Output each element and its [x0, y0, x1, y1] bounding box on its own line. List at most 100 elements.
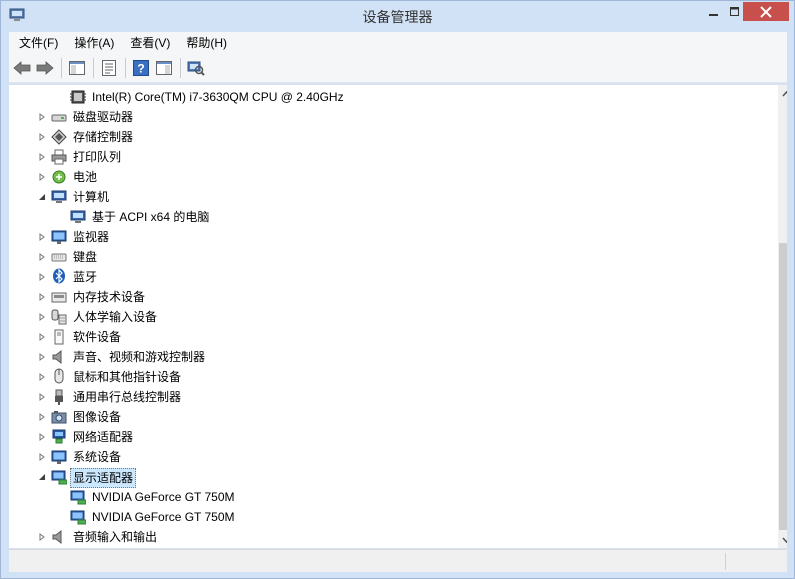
- menu-action[interactable]: 操作(A): [66, 32, 122, 54]
- tree-node-label: NVIDIA GeForce GT 750M: [92, 510, 235, 524]
- back-arrow-icon: [13, 61, 31, 75]
- help-button[interactable]: ?: [130, 57, 152, 79]
- expand-chevron-icon[interactable]: [37, 352, 47, 362]
- expand-chevron-icon[interactable]: [37, 312, 47, 322]
- maximize-icon: [730, 7, 739, 16]
- tree-node-label: 系统设备: [73, 450, 122, 464]
- tree-node-label: Intel(R) Core(TM) i7-3630QM CPU @ 2.40GH…: [92, 90, 344, 104]
- expand-chevron-icon[interactable]: [37, 372, 47, 382]
- expand-chevron-icon[interactable]: [37, 112, 47, 122]
- toolbar-separator: [180, 58, 181, 78]
- tree-node-label: 存储控制器: [73, 130, 134, 144]
- tree-node-label: 音频输入和输出: [73, 530, 158, 544]
- tree-node-label: 网络适配器: [73, 430, 134, 444]
- forward-button[interactable]: [34, 57, 56, 79]
- display-adapter-icon: [70, 509, 87, 525]
- expand-chevron-icon[interactable]: [37, 532, 47, 542]
- memory-icon: [51, 289, 67, 305]
- device-manager-window: 设备管理器 文件(F) 操作(A) 查看(V) 帮助(H) ? Intel(R)…: [0, 0, 795, 579]
- mouse-icon: [51, 368, 67, 384]
- close-icon: [760, 5, 772, 18]
- status-bar: [9, 549, 787, 572]
- tree-node-label: 计算机: [73, 190, 110, 204]
- toolbar-separator: [93, 58, 94, 78]
- menu-view[interactable]: 查看(V): [122, 32, 178, 54]
- display-adapter-icon: [51, 469, 68, 485]
- expand-chevron-icon[interactable]: [37, 292, 47, 302]
- svg-text:?: ?: [137, 62, 144, 76]
- bluetooth-icon: [51, 268, 67, 284]
- minimize-icon: [709, 14, 718, 16]
- keyboard-icon: [51, 249, 67, 265]
- scan-hardware-icon: [187, 61, 205, 76]
- toolbar-separator: [61, 58, 62, 78]
- tree-node-label: 内存技术设备: [73, 290, 146, 304]
- speaker-icon: [51, 529, 67, 545]
- tree-node-label: 声音、视频和游戏控制器: [73, 350, 206, 364]
- system-device-icon: [51, 449, 67, 465]
- tree-node-label: 磁盘驱动器: [73, 110, 134, 124]
- menu-help[interactable]: 帮助(H): [178, 32, 235, 54]
- minimize-button[interactable]: [701, 2, 727, 22]
- tree-node-label: 电池: [73, 170, 98, 184]
- expand-chevron-icon[interactable]: [37, 232, 47, 242]
- expand-chevron-icon[interactable]: [37, 452, 47, 462]
- tree-node-label: NVIDIA GeForce GT 750M: [92, 490, 235, 504]
- human-interface-icon: [51, 309, 67, 325]
- tree-node-label: 基于 ACPI x64 的电脑: [92, 210, 210, 224]
- tree-node-label: 打印队列: [73, 150, 122, 164]
- computer-icon: [70, 209, 86, 225]
- expand-chevron-icon[interactable]: [37, 412, 47, 422]
- chevron-up-icon: [782, 90, 787, 96]
- tree-node-label: 人体学输入设备: [73, 310, 158, 324]
- expand-chevron-icon[interactable]: [37, 392, 47, 402]
- show-hide-tree-icon: [69, 61, 85, 75]
- properties-icon: [102, 60, 116, 76]
- expand-chevron-icon[interactable]: [37, 152, 47, 162]
- tree-node-label: 键盘: [73, 250, 98, 264]
- usb-icon: [51, 389, 67, 405]
- menu-file[interactable]: 文件(F): [11, 32, 66, 54]
- scan-hardware-button[interactable]: [185, 57, 207, 79]
- help-icon: ?: [133, 60, 149, 76]
- monitor-icon: [51, 229, 67, 245]
- battery-icon: [51, 169, 67, 185]
- action-pane-button[interactable]: [153, 57, 175, 79]
- expand-chevron-icon[interactable]: [37, 172, 47, 182]
- maximize-button[interactable]: [727, 2, 743, 22]
- window-title: 设备管理器: [362, 9, 433, 25]
- forward-arrow-icon: [36, 61, 54, 75]
- expand-chevron-icon[interactable]: [37, 272, 47, 282]
- device-tree[interactable]: Intel(R) Core(TM) i7-3630QM CPU @ 2.40GH…: [9, 84, 787, 548]
- toolbar-separator: [125, 58, 126, 78]
- properties-button[interactable]: [98, 57, 120, 79]
- scroll-up-button[interactable]: [778, 85, 787, 102]
- printer-icon: [51, 149, 67, 165]
- tree-node-label: 图像设备: [73, 410, 122, 424]
- tree-node-label: 软件设备: [73, 330, 122, 344]
- expand-chevron-icon[interactable]: [37, 252, 47, 262]
- tree-node-label: 显示适配器: [70, 468, 137, 488]
- storage-controller-icon: [51, 129, 67, 145]
- collapse-chevron-icon[interactable]: [37, 192, 47, 202]
- speaker-icon: [51, 349, 67, 365]
- expand-chevron-icon[interactable]: [37, 432, 47, 442]
- tree-node-label: 通用串行总线控制器: [73, 390, 182, 404]
- expand-chevron-icon[interactable]: [37, 332, 47, 342]
- display-adapter-icon: [70, 489, 87, 505]
- show-hide-tree-button[interactable]: [66, 57, 88, 79]
- back-button[interactable]: [11, 57, 33, 79]
- title-bar[interactable]: 设备管理器: [1, 1, 794, 31]
- status-divider: [725, 553, 726, 570]
- camera-icon: [51, 409, 67, 425]
- menu-bar: 文件(F) 操作(A) 查看(V) 帮助(H): [9, 32, 787, 54]
- expand-chevron-icon[interactable]: [37, 132, 47, 142]
- action-pane-icon: [156, 61, 172, 75]
- vertical-scrollbar[interactable]: [778, 85, 787, 548]
- collapse-chevron-icon[interactable]: [37, 472, 47, 482]
- close-button[interactable]: [743, 2, 789, 21]
- software-device-icon: [51, 329, 67, 345]
- scrollbar-thumb[interactable]: [779, 243, 787, 530]
- scroll-down-button[interactable]: [778, 531, 787, 548]
- chevron-down-icon: [782, 537, 787, 543]
